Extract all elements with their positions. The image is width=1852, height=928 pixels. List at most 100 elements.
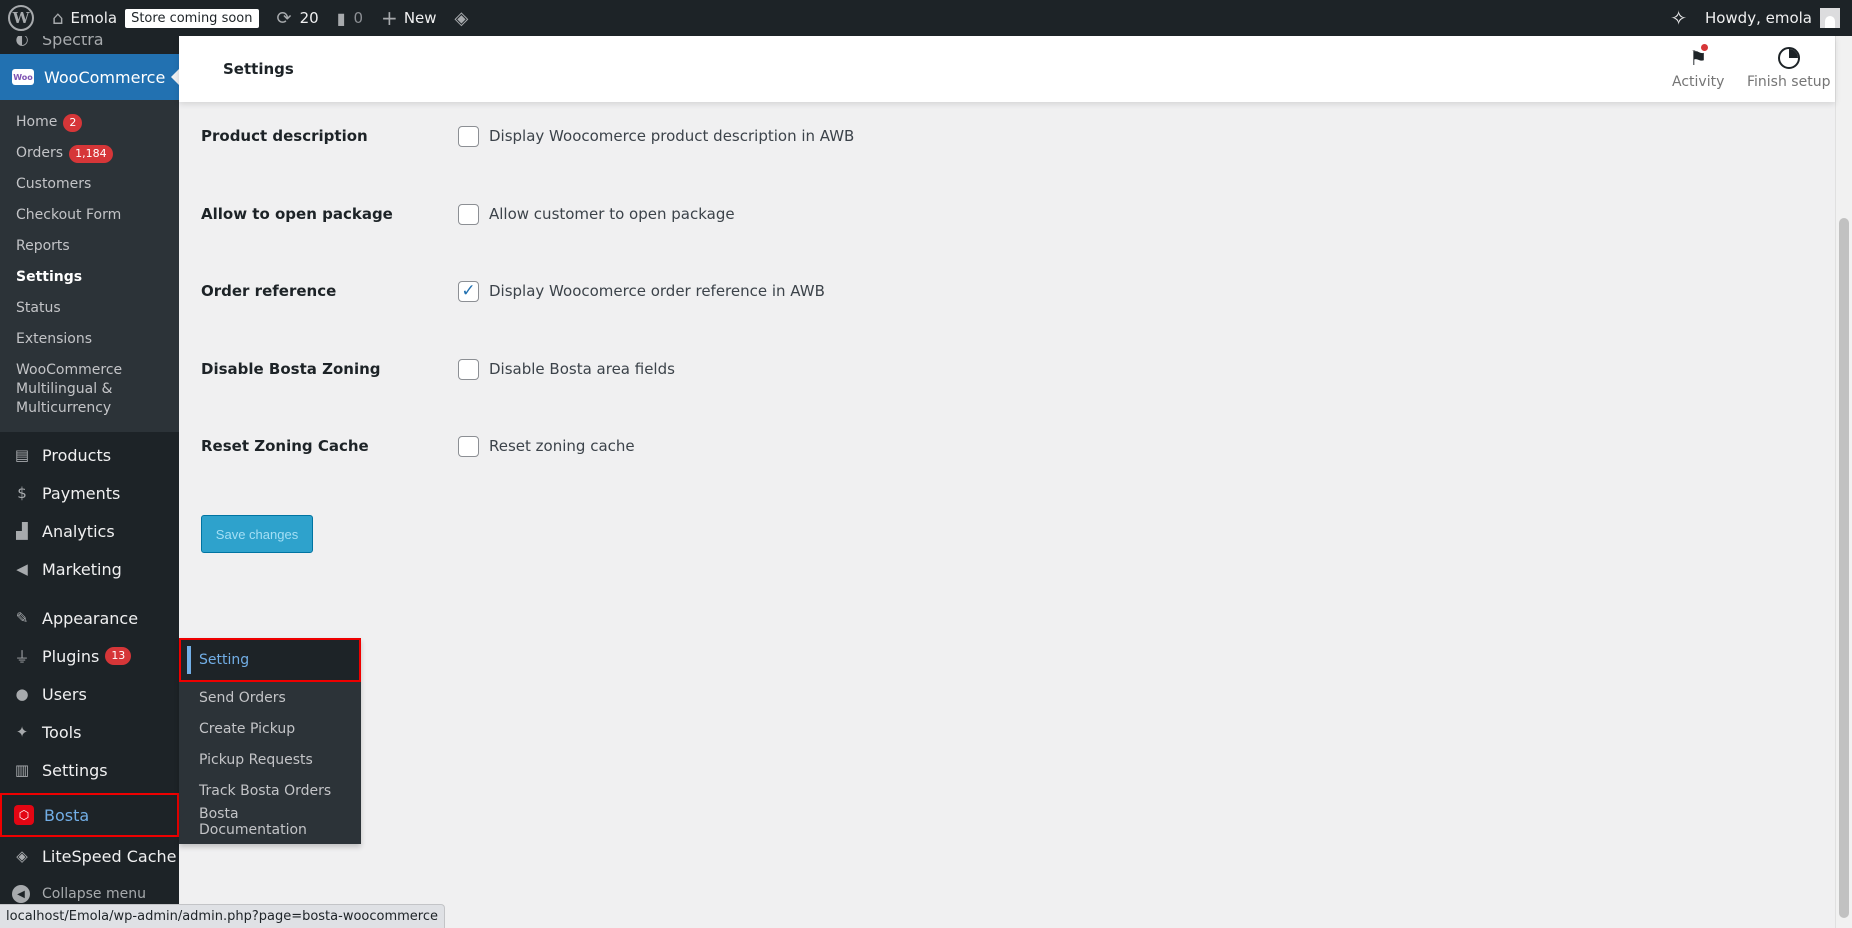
sidebar-item-label: Spectra	[42, 36, 104, 49]
sidebar-item-analytics[interactable]: ▟ Analytics	[0, 512, 179, 550]
sidebar-item-label: Marketing	[42, 559, 122, 579]
reset-zoning-cache-checkbox[interactable]	[458, 435, 479, 457]
litespeed-menu[interactable]: ◈	[446, 0, 478, 36]
field-description: Display Woocomerce order reference in AW…	[489, 282, 825, 300]
submenu-item-customers[interactable]: Customers	[0, 169, 179, 200]
sidebar-item-settings[interactable]: ▥ Settings	[0, 751, 179, 789]
submenu-item-extensions[interactable]: Extensions	[0, 324, 179, 355]
submenu-label: WooCommerce Multilingual & Multicurrency	[16, 362, 123, 416]
sidebar-item-products[interactable]: ▤ Products	[0, 436, 179, 474]
scrollbar-thumb[interactable]	[1839, 218, 1849, 918]
sidebar-item-label: Payments	[42, 483, 121, 503]
sidebar-item-tools[interactable]: ✦ Tools	[0, 713, 179, 751]
diamond-icon: ◈	[454, 7, 469, 29]
woocommerce-header: Settings ⚑ Activity Finish setup	[179, 36, 1835, 102]
collapse-label: Collapse menu	[42, 886, 146, 902]
checkmark-icon: ✓	[461, 281, 476, 301]
wp-logo-menu[interactable]: W	[0, 0, 43, 36]
sidebar-item-label: Tools	[42, 722, 82, 742]
sidebar-item-label: Appearance	[42, 608, 139, 628]
sidebar-item-label: WooCommerce	[44, 67, 166, 87]
disable-zoning-checkbox[interactable]	[458, 358, 479, 380]
sidebar-item-spectra[interactable]: ◐ Spectra	[0, 36, 179, 49]
sidebar-item-bosta[interactable]: ⬡ Bosta	[0, 793, 179, 837]
home-icon: ⌂	[52, 7, 64, 29]
orders-count-badge: 1,184	[69, 144, 113, 163]
flyout-item-documentation[interactable]: Bosta Documentation	[179, 805, 361, 838]
megaphone-icon: ◀	[16, 560, 28, 578]
comments-menu[interactable]: ▮ 0	[328, 0, 372, 36]
flyout-label: Track Bosta Orders	[199, 782, 332, 799]
order-reference-checkbox[interactable]: ✓	[458, 280, 479, 302]
form-row-order-reference: Order reference ✓ Display Woocomerce ord…	[201, 276, 1201, 306]
progress-ring-icon	[1777, 46, 1801, 70]
submenu-item-status[interactable]: Status	[0, 293, 179, 324]
sidebar-item-label: Settings	[42, 760, 108, 780]
field-description: Allow customer to open package	[489, 205, 735, 223]
store-status-badge[interactable]: Store coming soon	[125, 8, 259, 28]
wordpress-icon: W	[8, 5, 34, 31]
product-description-checkbox[interactable]	[458, 125, 479, 147]
woocommerce-icon: Woo	[12, 69, 34, 85]
flyout-item-send-orders[interactable]: Send Orders	[179, 682, 361, 713]
allow-open-package-checkbox[interactable]	[458, 203, 479, 225]
flyout-item-setting[interactable]: Setting	[179, 638, 361, 682]
sidebar-item-marketing[interactable]: ◀ Marketing	[0, 550, 179, 588]
submenu-item-orders[interactable]: Orders 1,184	[0, 138, 179, 169]
woocommerce-submenu: Home 2 Orders 1,184 Customers Checkout F…	[0, 100, 179, 432]
plus-icon: +	[381, 6, 398, 30]
sidebar-item-plugins[interactable]: ⏚ Plugins 13	[0, 637, 179, 675]
activity-label: Activity	[1672, 74, 1725, 90]
field-description: Disable Bosta area fields	[489, 360, 675, 378]
submenu-label: Reports	[16, 238, 70, 254]
new-content-menu[interactable]: + New	[372, 0, 445, 36]
sidebar-item-appearance[interactable]: ✎ Appearance	[0, 599, 179, 637]
flyout-label: Bosta Documentation	[199, 805, 307, 838]
ai-assistant-menu[interactable]: ✧	[1661, 0, 1696, 36]
flyout-item-track-orders[interactable]: Track Bosta Orders	[179, 775, 361, 806]
avatar	[1820, 8, 1840, 28]
form-row-disable-zoning: Disable Bosta Zoning Disable Bosta area …	[201, 354, 1201, 384]
submenu-item-multilingual[interactable]: WooCommerce Multilingual & Multicurrency	[0, 355, 150, 424]
sidebar-item-label: Bosta	[44, 805, 90, 825]
activity-button[interactable]: ⚑ Activity	[1672, 44, 1725, 90]
page-title: Settings	[223, 60, 294, 78]
bosta-flyout-submenu: Setting Send Orders Create Pickup Pickup…	[179, 638, 361, 844]
submenu-label: Status	[16, 300, 61, 316]
sidebar-item-woocommerce[interactable]: Woo WooCommerce	[0, 54, 179, 100]
spectra-icon: ◐	[15, 36, 29, 48]
field-label: Order reference	[201, 282, 337, 300]
sidebar-item-users[interactable]: ● Users	[0, 675, 179, 713]
field-label: Disable Bosta Zoning	[201, 360, 381, 378]
sidebar-item-litespeed-cache[interactable]: ◈ LiteSpeed Cache	[0, 837, 179, 875]
flyout-item-create-pickup[interactable]: Create Pickup	[179, 713, 361, 744]
submenu-item-settings[interactable]: Settings	[0, 262, 179, 293]
finish-setup-button[interactable]: Finish setup	[1747, 46, 1830, 90]
flyout-label: Create Pickup	[199, 720, 296, 737]
save-changes-button[interactable]: Save changes	[201, 515, 313, 553]
field-label: Reset Zoning Cache	[201, 437, 369, 455]
site-name-menu[interactable]: ⌂ Emola Store coming soon	[43, 0, 268, 36]
updates-count: 20	[299, 9, 319, 27]
updates-menu[interactable]: ⟳ 20	[268, 0, 328, 36]
submenu-item-checkout-form[interactable]: Checkout Form	[0, 200, 179, 231]
my-account-menu[interactable]: Howdy, emola	[1696, 0, 1852, 36]
sidebar-item-label: LiteSpeed Cache	[42, 846, 177, 866]
admin-sidebar: ◐ Spectra Woo WooCommerce Home 2 Orders …	[0, 36, 179, 928]
flyout-label: Send Orders	[199, 689, 286, 706]
comment-icon: ▮	[336, 8, 346, 28]
sidebar-item-label: Products	[42, 445, 112, 465]
submenu-item-home[interactable]: Home 2	[0, 107, 179, 138]
submenu-item-reports[interactable]: Reports	[0, 231, 179, 262]
page-scrollbar[interactable]	[1835, 36, 1852, 928]
sidebar-item-label: Users	[42, 684, 87, 704]
updates-icon: ⟳	[276, 7, 292, 29]
admin-bar: W ⌂ Emola Store coming soon ⟳ 20 ▮ 0 + N…	[0, 0, 1852, 36]
flyout-item-pickup-requests[interactable]: Pickup Requests	[179, 744, 361, 775]
notification-dot	[1701, 44, 1709, 51]
sidebar-item-label: Plugins	[42, 646, 100, 666]
sparkle-icon: ✧	[1670, 6, 1687, 30]
flyout-pointer	[171, 810, 187, 826]
bosta-icon: ⬡	[14, 805, 34, 825]
sidebar-item-payments[interactable]: $ Payments	[0, 474, 179, 512]
